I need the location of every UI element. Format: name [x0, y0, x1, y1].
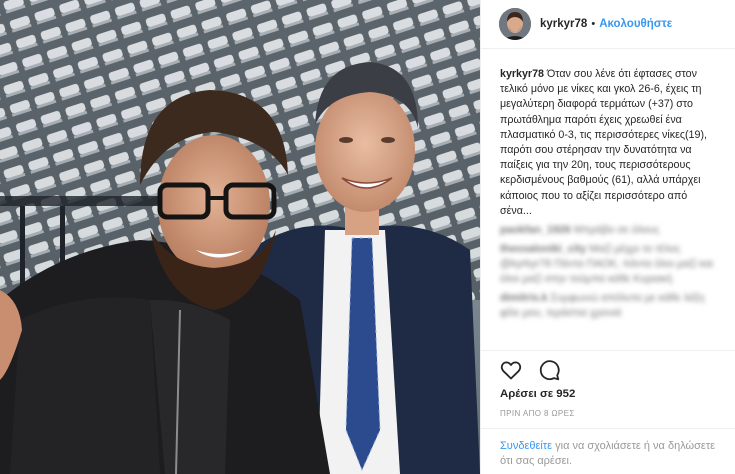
avatar[interactable] [499, 8, 531, 40]
comment-item: dimitris.k Συμφωνώ απόλυτα με κάθε λέξη … [500, 291, 721, 321]
caption-text: Όταν σου λένε ότι έφτασες στον τελικό μό… [500, 68, 707, 217]
separator-dot: • [591, 18, 596, 30]
login-prompt: Συνδεθείτε για να σχολιάσετε ή να δηλώσε… [481, 428, 735, 469]
heart-icon[interactable] [499, 358, 523, 382]
comment-icon-glyph [539, 360, 560, 381]
comment-item: thessaloniki_city Μαζί μέχρι το τέλος @k… [500, 242, 721, 287]
caption-username[interactable]: kyrkyr78 [500, 68, 544, 80]
comments-list: paokfan_1926 Μπράβο σε όλους thessalonik… [481, 219, 735, 321]
comment-username[interactable]: paokfan_1926 [500, 224, 571, 236]
likes-count[interactable]: Αρέσει σε 952 [500, 388, 575, 400]
post-side-panel: kyrkyr78 • Ακολουθήστε kyrkyr78 Όταν σου… [480, 0, 735, 474]
login-link[interactable]: Συνδεθείτε [500, 440, 552, 452]
comment-item: paokfan_1926 Μπράβο σε όλους [500, 223, 721, 238]
username[interactable]: kyrkyr78 [540, 18, 587, 30]
comment-username[interactable]: dimitris.k [500, 292, 548, 304]
post-photo[interactable] [0, 0, 480, 474]
avatar-image [499, 8, 531, 40]
action-bar [481, 350, 735, 389]
caption: kyrkyr78 Όταν σου λένε ότι έφτασες στον … [481, 49, 735, 219]
comment-username[interactable]: thessaloniki_city [500, 243, 586, 255]
comment-text: Μπράβο σε όλους [573, 224, 660, 237]
post-header: kyrkyr78 • Ακολουθήστε [481, 0, 735, 49]
comment-icon[interactable] [537, 358, 561, 382]
instagram-post: kyrkyr78 • Ακολουθήστε kyrkyr78 Όταν σου… [0, 0, 735, 474]
post-timestamp: ΠΡΙΝ ΑΠΟ 8 ΩΡΕΣ [500, 409, 575, 418]
post-photo-image [0, 0, 480, 474]
follow-button[interactable]: Ακολουθήστε [599, 18, 672, 30]
heart-icon-glyph [500, 361, 522, 380]
